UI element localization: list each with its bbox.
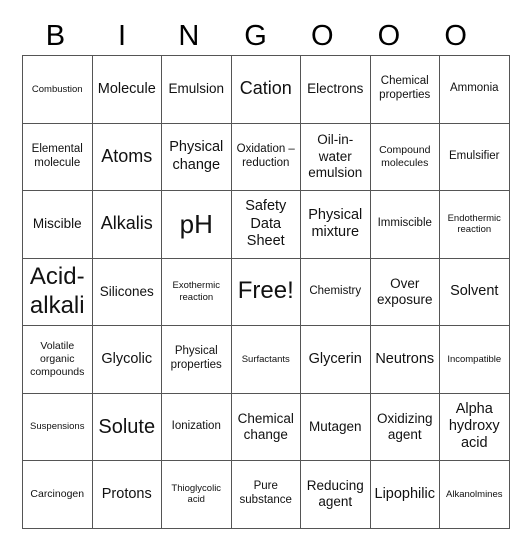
bingo-cell[interactable]: Carcinogen [22,460,93,529]
bingo-cell[interactable]: Acid-alkali [22,257,93,326]
bingo-cell[interactable]: Thioglycolic acid [161,460,232,529]
bingo-cell[interactable]: Physical properties [161,325,232,394]
bingo-card: Combustion Molecule Emulsion Cation Elec… [22,55,510,529]
header-letter: I [118,20,127,52]
bingo-cell[interactable]: Endothermic reaction [439,190,510,259]
bingo-cell[interactable]: Cation [230,55,301,124]
bingo-cell[interactable]: Atoms [91,122,162,191]
bingo-cell[interactable]: Emulsion [161,55,232,124]
bingo-cell[interactable]: Suspensions [22,392,93,461]
header-letter: B [45,20,66,52]
header-letter: N [178,20,200,52]
bingo-cell[interactable]: Oxidizing agent [369,392,440,461]
bingo-cell[interactable]: Alkalis [91,190,162,259]
bingo-row: Acid-alkali Silicones Exothermic reactio… [22,257,510,326]
bingo-cell[interactable]: Protons [91,460,162,529]
bingo-cell[interactable]: Combustion [22,55,93,124]
bingo-cell[interactable]: Solvent [439,257,510,326]
bingo-cell[interactable]: Ammonia [439,55,510,124]
bingo-cell[interactable]: Over exposure [369,257,440,326]
bingo-cell[interactable]: Chemical change [230,392,301,461]
bingo-cell[interactable]: Reducing agent [300,460,371,529]
bingo-cell[interactable]: Neutrons [369,325,440,394]
bingo-cell[interactable]: Alkanolmines [439,460,510,529]
bingo-cell[interactable]: Miscible [22,190,93,259]
free-space-cell[interactable]: Free! [230,257,301,326]
bingo-cell[interactable]: Immiscible [369,190,440,259]
bingo-cell[interactable]: Incompatible [439,325,510,394]
bingo-row: Volatile organic compounds Glycolic Phys… [22,325,510,394]
bingo-header: B I N G O O O [22,18,489,54]
bingo-cell[interactable]: Solute [91,392,162,461]
bingo-cell[interactable]: Oxidation – reduction [230,122,301,191]
bingo-row: Elemental molecule Atoms Physical change… [22,122,510,191]
header-letter: O [310,20,334,52]
bingo-row: Miscible Alkalis pH Safety Data Sheet Ph… [22,190,510,259]
bingo-cell[interactable]: Physical change [161,122,232,191]
bingo-cell[interactable]: Chemical properties [369,55,440,124]
bingo-cell[interactable]: Chemistry [300,257,371,326]
bingo-cell[interactable]: Mutagen [300,392,371,461]
bingo-cell[interactable]: Exothermic reaction [161,257,232,326]
bingo-cell[interactable]: Emulsifier [439,122,510,191]
bingo-cell[interactable]: Glycerin [300,325,371,394]
bingo-cell[interactable]: Pure substance [230,460,301,529]
bingo-cell[interactable]: Electrons [300,55,371,124]
bingo-cell[interactable]: Physical mixture [300,190,371,259]
bingo-cell[interactable]: Surfactants [230,325,301,394]
header-letter: O [444,20,467,52]
header-letter: G [244,20,267,52]
bingo-cell[interactable]: Alpha hydroxy acid [439,392,510,461]
bingo-cell[interactable]: Lipophilic [369,460,440,529]
bingo-cell[interactable]: Safety Data Sheet [230,190,301,259]
bingo-row: Carcinogen Protons Thioglycolic acid Pur… [22,460,510,529]
bingo-cell[interactable]: Compound molecules [369,122,440,191]
bingo-row: Suspensions Solute Ionization Chemical c… [22,392,510,461]
bingo-cell[interactable]: Oil-in-water emulsion [300,122,371,191]
bingo-cell[interactable]: Molecule [91,55,162,124]
bingo-cell[interactable]: Silicones [91,257,162,326]
header-letter: O [377,20,401,52]
bingo-cell[interactable]: Elemental molecule [22,122,93,191]
bingo-row: Combustion Molecule Emulsion Cation Elec… [22,55,510,124]
bingo-cell[interactable]: Ionization [161,392,232,461]
bingo-cell[interactable]: Glycolic [91,325,162,394]
bingo-cell[interactable]: pH [161,190,232,259]
bingo-cell[interactable]: Volatile organic compounds [22,325,93,394]
